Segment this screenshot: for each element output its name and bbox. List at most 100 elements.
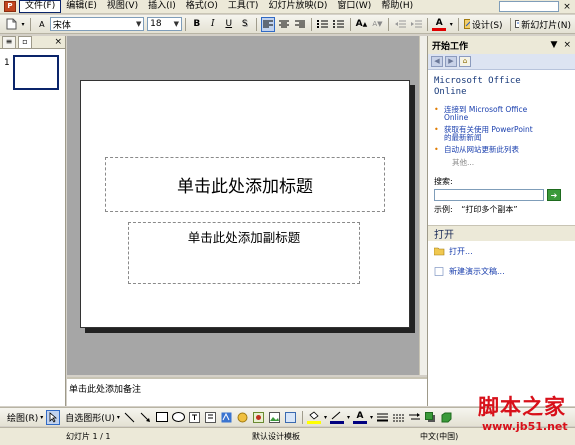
- rectangle-tool-icon[interactable]: [155, 410, 169, 425]
- menu-slideshow[interactable]: 幻灯片放映(D): [263, 0, 332, 13]
- vertical-text-box-icon[interactable]: [204, 410, 218, 425]
- align-right-icon[interactable]: [293, 17, 307, 32]
- open-file-link[interactable]: 打开...: [434, 246, 575, 257]
- dropdown-arrow-icon[interactable]: ▾: [448, 17, 454, 32]
- insert-picture-icon[interactable]: [268, 410, 282, 425]
- dropdown-arrow-icon[interactable]: ▾: [20, 17, 26, 32]
- increase-font-size-icon[interactable]: A ▲: [354, 17, 368, 32]
- text-color-icon[interactable]: A: [352, 411, 367, 424]
- design-button[interactable]: 设计(S): [463, 17, 505, 32]
- chevron-down-icon: ▼: [173, 20, 180, 28]
- align-center-icon[interactable]: [277, 17, 291, 32]
- toolbar-separator: [349, 17, 351, 31]
- slides-tab-icon[interactable]: ▫: [18, 36, 32, 48]
- dropdown-arrow-icon[interactable]: ▾: [369, 410, 374, 425]
- draw-menu-label: 绘图(R): [7, 413, 39, 424]
- search-example: 示例: “打印多个副本”: [434, 204, 569, 215]
- menu-help[interactable]: 帮助(H): [376, 0, 418, 13]
- help-search-box[interactable]: [499, 1, 559, 12]
- notes-pane[interactable]: 单击此处添加备注: [67, 377, 427, 406]
- toolbar-separator: [255, 17, 257, 31]
- line-color-icon[interactable]: [329, 411, 344, 424]
- decrease-indent-icon[interactable]: [393, 17, 407, 32]
- bullet-icon: •: [434, 105, 439, 114]
- shadow-button[interactable]: S: [238, 17, 252, 32]
- menu-insert[interactable]: 插入(I): [143, 0, 181, 13]
- toolbar-separator: [30, 17, 31, 31]
- menu-window[interactable]: 窗口(W): [332, 0, 376, 13]
- menu-tools[interactable]: 工具(T): [223, 0, 264, 13]
- toolbar-separator: [310, 17, 312, 31]
- close-task-pane-icon[interactable]: ×: [563, 40, 571, 50]
- close-pane-icon[interactable]: ×: [54, 37, 62, 47]
- clip-art-icon[interactable]: [252, 410, 266, 425]
- dash-style-icon[interactable]: [392, 410, 406, 425]
- menu-format[interactable]: 格式(O): [181, 0, 223, 13]
- increase-indent-icon[interactable]: [409, 17, 423, 32]
- toolbar-separator: [184, 17, 186, 31]
- new-slide-button-label: 新幻灯片(N): [521, 20, 572, 31]
- more-link[interactable]: 其他...: [434, 157, 569, 168]
- slides-pane: ≡ ▫ ×: [0, 36, 66, 406]
- example-label: 示例:: [434, 205, 453, 214]
- numbered-list-icon[interactable]: [316, 17, 330, 32]
- decrease-font-size-icon[interactable]: A▼: [370, 17, 384, 32]
- title-placeholder[interactable]: 单击此处添加标题: [105, 157, 385, 212]
- draw-menu-button[interactable]: 绘图(R) ▾: [4, 410, 44, 425]
- task-pane-menu-icon[interactable]: ▼: [551, 40, 558, 50]
- diagram-icon[interactable]: [236, 410, 250, 425]
- subtitle-placeholder[interactable]: 单击此处添加副标题: [128, 222, 360, 284]
- new-presentation-link[interactable]: 新建演示文稿...: [434, 266, 575, 277]
- font-color-icon[interactable]: A: [432, 18, 447, 31]
- font-size-select[interactable]: 18 ▼: [147, 17, 182, 31]
- arrow-tool-icon[interactable]: [139, 410, 153, 425]
- link-connect-office-online[interactable]: • 连接到 Microsoft Office Online: [434, 106, 569, 122]
- dropdown-arrow-icon[interactable]: ▾: [323, 410, 328, 425]
- select-objects-icon[interactable]: [46, 409, 61, 425]
- insert-image-icon[interactable]: [284, 410, 298, 425]
- font-name-select[interactable]: 宋体 ▼: [49, 17, 145, 31]
- line-tool-icon[interactable]: [123, 410, 137, 425]
- bold-button[interactable]: B: [190, 17, 204, 32]
- line-style-icon[interactable]: [376, 410, 390, 425]
- forward-arrow-icon[interactable]: ▶: [445, 56, 457, 67]
- link-powerpoint-news[interactable]: • 获取有关使用 PowerPoint 的最新新闻: [434, 126, 569, 142]
- autoshapes-menu-button[interactable]: 自选图形(U) ▾: [62, 410, 121, 425]
- font-color-a-icon[interactable]: A: [35, 17, 49, 32]
- dropdown-arrow-icon[interactable]: ▾: [346, 410, 351, 425]
- align-left-icon[interactable]: [260, 16, 275, 32]
- toolbar-separator: [458, 17, 460, 31]
- toolbar-separator: [388, 17, 390, 31]
- oval-tool-icon[interactable]: [171, 410, 186, 425]
- search-input[interactable]: [434, 189, 544, 201]
- close-document-icon[interactable]: ×: [562, 2, 572, 12]
- new-document-icon[interactable]: [4, 17, 18, 32]
- menu-edit[interactable]: 编辑(E): [61, 0, 102, 13]
- autoshapes-menu-label: 自选图形(U): [65, 413, 115, 424]
- link-auto-update-list[interactable]: • 自动从网站更新此列表: [434, 146, 569, 154]
- underline-button[interactable]: U: [222, 17, 236, 32]
- powerpoint-app-icon[interactable]: P: [4, 1, 16, 12]
- shadow-style-icon[interactable]: [424, 410, 438, 425]
- menu-file[interactable]: 文件(F): [19, 0, 62, 13]
- 3d-style-icon[interactable]: [440, 410, 454, 425]
- arrow-style-icon[interactable]: [408, 410, 422, 425]
- chevron-down-icon: ▾: [40, 413, 44, 421]
- menu-view[interactable]: 视图(V): [102, 0, 143, 13]
- task-pane-nav: ◀ ▶ ⌂: [428, 54, 575, 70]
- fill-color-icon[interactable]: [306, 411, 321, 424]
- italic-button[interactable]: I: [206, 17, 220, 32]
- bullet-list-icon[interactable]: [332, 17, 346, 32]
- wordart-icon[interactable]: [220, 410, 234, 425]
- new-slide-button[interactable]: 新幻灯片(N): [514, 17, 574, 32]
- search-go-arrow-icon[interactable]: ➔: [547, 189, 561, 201]
- text-box-icon[interactable]: [188, 410, 202, 425]
- notes-placeholder: 单击此处添加备注: [69, 385, 142, 395]
- vertical-scrollbar[interactable]: [419, 36, 427, 375]
- back-arrow-icon[interactable]: ◀: [431, 56, 443, 67]
- slide-thumbnail[interactable]: [12, 54, 60, 91]
- outline-tab-icon[interactable]: ≡: [2, 36, 16, 48]
- bullet-icon: •: [434, 125, 439, 134]
- home-icon[interactable]: ⌂: [459, 56, 471, 67]
- chevron-down-icon: ▾: [116, 413, 120, 421]
